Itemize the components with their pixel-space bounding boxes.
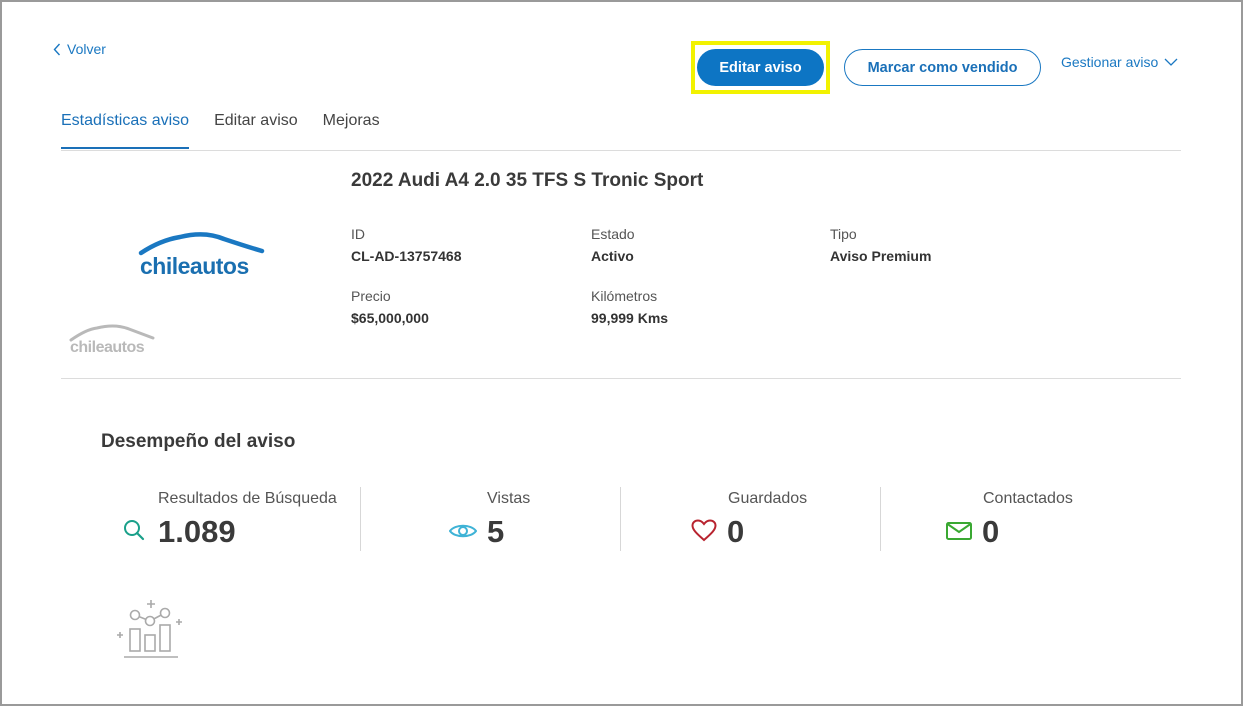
tab-edit[interactable]: Editar aviso — [214, 112, 298, 149]
field-type: Tipo Aviso Premium — [830, 226, 931, 264]
stat-label: Vistas — [487, 490, 531, 507]
stat-label: Resultados de Búsqueda — [158, 490, 337, 507]
stat-label: Guardados — [728, 490, 808, 507]
stat-views: Vistas 5 — [361, 487, 621, 551]
field-value: $65,000,000 — [351, 310, 429, 326]
field-price: Precio $65,000,000 — [351, 288, 429, 326]
field-label: Precio — [351, 288, 391, 304]
logo-text: chileautos — [70, 339, 145, 356]
window-frame — [0, 0, 1243, 706]
stat-contacted: Contactados 0 — [881, 487, 1141, 551]
field-id: ID CL-AD-13757468 — [351, 226, 462, 264]
eye-icon — [449, 524, 477, 538]
mail-icon — [946, 522, 972, 540]
field-label: Kilómetros — [591, 288, 658, 304]
divider — [61, 378, 1181, 379]
chevron-left-icon — [53, 43, 61, 55]
field-status: Estado Activo — [591, 226, 635, 264]
performance-title: Desempeño del aviso — [101, 431, 296, 452]
manage-label: Gestionar aviso — [1061, 54, 1159, 70]
divider — [61, 150, 1181, 151]
manage-listing-dropdown[interactable]: Gestionar aviso — [1061, 54, 1178, 70]
tab-improvements[interactable]: Mejoras — [323, 112, 380, 149]
logo-text: chileautos — [140, 253, 249, 279]
mark-sold-button[interactable]: Marcar como vendido — [844, 49, 1041, 86]
stat-value: 0 — [727, 514, 745, 549]
field-mileage: Kilómetros 99,999 Kms — [591, 288, 668, 326]
field-value: Activo — [591, 248, 634, 264]
edit-listing-button[interactable]: Editar aviso — [697, 49, 824, 86]
chevron-down-icon — [1164, 58, 1178, 66]
chart-illustration-icon — [117, 600, 182, 658]
tab-bar: Estadísticas aviso Editar aviso Mejoras — [61, 112, 405, 149]
chileautos-logo: chileautos — [138, 229, 266, 281]
field-label: Tipo — [830, 226, 857, 242]
back-link[interactable]: Volver — [53, 41, 106, 57]
field-value: CL-AD-13757468 — [351, 248, 462, 264]
field-label: ID — [351, 226, 365, 242]
stat-value: 5 — [487, 514, 505, 549]
chileautos-logo-thumbnail: chileautos — [69, 323, 155, 359]
field-label: Estado — [591, 226, 635, 242]
stat-search-results: Resultados de Búsqueda 1.089 — [101, 487, 361, 551]
search-icon — [124, 520, 145, 541]
heart-icon — [691, 519, 717, 542]
stat-value: 0 — [982, 514, 1000, 549]
back-label: Volver — [67, 41, 106, 57]
stat-saved: Guardados 0 — [621, 487, 881, 551]
field-value: 99,999 Kms — [591, 310, 669, 326]
stat-label: Contactados — [983, 490, 1073, 507]
field-value: Aviso Premium — [830, 248, 932, 264]
listing-title: 2022 Audi A4 2.0 35 TFS S Tronic Sport — [351, 170, 704, 191]
stat-value: 1.089 — [158, 514, 236, 549]
edit-button-highlight: Editar aviso — [691, 41, 830, 94]
tab-statistics[interactable]: Estadísticas aviso — [61, 112, 190, 149]
